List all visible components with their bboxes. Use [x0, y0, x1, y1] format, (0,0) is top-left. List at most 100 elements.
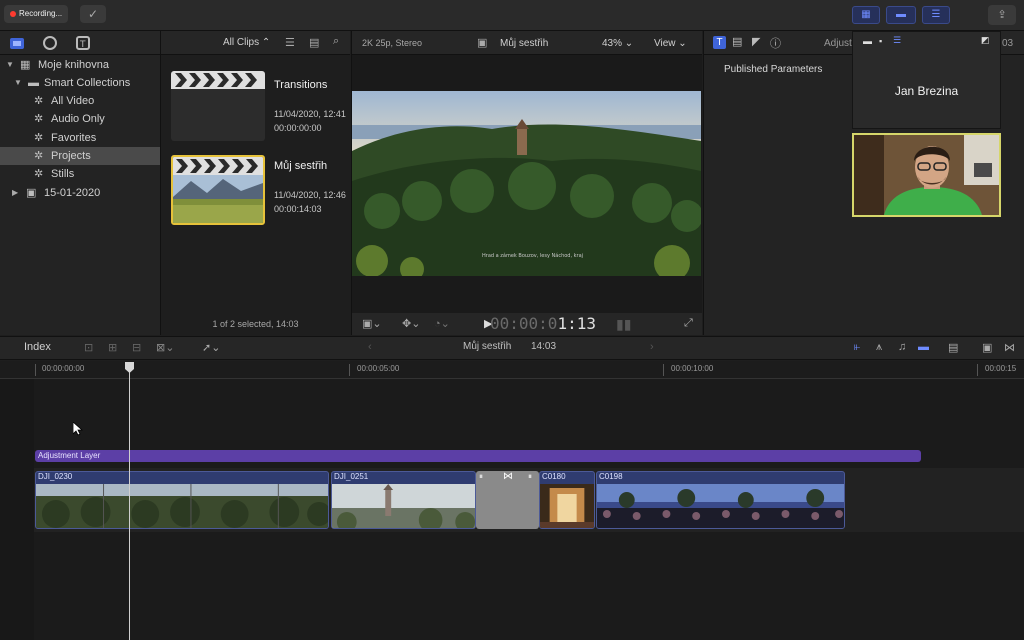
zoom-menu[interactable]: 43% ⌄ — [602, 38, 633, 49]
clip-name: Můj sestřih — [274, 160, 328, 172]
overwrite-clip-icon[interactable]: ⊠⌄ — [156, 341, 174, 354]
transform-icon[interactable]: ✥⌄ — [402, 317, 420, 330]
view-menu[interactable]: View ⌄ — [654, 38, 687, 49]
color-inspector-icon[interactable]: ◤ — [752, 35, 760, 48]
forward-icon[interactable]: › — [650, 341, 654, 353]
ruler-label: 00:00:10:00 — [671, 364, 714, 373]
info-icon[interactable]: ⓘ — [770, 35, 781, 51]
recording-label: Recording... — [19, 9, 63, 18]
viewer-options-icon[interactable]: ▣⌄ — [362, 317, 382, 330]
adjustment-layer-clip[interactable]: Adjustment Layer — [35, 450, 921, 462]
video-subtitle: Hrad a zámek Bouzov, lesy Náchod, kraj — [482, 252, 583, 259]
clapper-icon — [171, 71, 265, 89]
video-frame[interactable]: Hrad a zámek Bouzov, lesy Náchod, kraj — [352, 91, 701, 276]
smart-collection-icon: ✲ — [34, 95, 44, 107]
snapping-icon[interactable]: ▬ — [918, 341, 929, 353]
browser-toggle-icon[interactable]: ▦ — [852, 6, 880, 24]
smart-collection-icon: ✲ — [34, 132, 44, 144]
library-item-smart-collections[interactable]: ▼ ▬ Smart Collections — [0, 74, 160, 92]
transitions-browser-icon[interactable]: ⋈ — [1004, 341, 1015, 354]
clip-filmstrip — [332, 484, 475, 528]
inspector-title: Adjust — [824, 38, 852, 49]
timeline-clip-c0198[interactable]: C0198 — [596, 471, 845, 529]
inspector-toggle-icon[interactable]: ☰ — [922, 6, 950, 24]
recording-button[interactable]: Recording... — [4, 5, 68, 23]
clip-appearance-icon[interactable]: ▤ — [948, 341, 958, 354]
transition-cross-dissolve[interactable]: ⏸ ⋈ ⏸ — [476, 471, 539, 529]
library-item-all-video[interactable]: ✲ All Video — [0, 92, 160, 110]
disclosure-triangle-icon[interactable]: ▶ — [12, 184, 18, 202]
audio-skimming-icon[interactable]: ⩚ — [876, 341, 882, 354]
timeline-toggle-icon[interactable]: ▬ — [886, 6, 916, 24]
disclosure-triangle-icon[interactable]: ▼ — [6, 56, 14, 74]
ruler-tick — [35, 364, 36, 376]
webcam-video[interactable] — [852, 133, 1001, 217]
clip-thumbnail-transitions[interactable] — [171, 71, 265, 141]
library-item-stills[interactable]: ✲ Stills — [0, 165, 160, 183]
filmstrip-icon[interactable]: ▤ — [309, 36, 319, 49]
clip-duration: 00:00:14:03 — [274, 204, 322, 214]
append-clip-icon[interactable]: ⊟ — [132, 341, 141, 354]
libraries-icon[interactable] — [10, 36, 24, 50]
text-inspector-icon[interactable]: T — [713, 36, 726, 49]
titles-generators-icon[interactable]: T — [76, 36, 90, 50]
ruler-label: 00:00:00:00 — [42, 364, 85, 373]
share-icon[interactable]: ⇪ — [988, 5, 1016, 25]
timeline-clip-dji-0251[interactable]: DJI_0251 — [331, 471, 476, 529]
timeline-ruler[interactable] — [0, 361, 1024, 379]
timeline-gutter — [0, 379, 34, 640]
timeline-project-name: Můj sestřih — [463, 341, 512, 352]
svg-text:T: T — [79, 40, 86, 50]
library-item-event[interactable]: ▶ ▣ 15-01-2020 — [0, 184, 160, 202]
clip-appearance-icon[interactable]: ☰ — [285, 36, 295, 49]
corner-icon[interactable]: ◩ — [981, 35, 990, 46]
playhead[interactable] — [129, 362, 130, 640]
library-item-favorites[interactable]: ✲ Favorites — [0, 129, 160, 147]
insert-clip-icon[interactable]: ⊞ — [108, 341, 117, 354]
clip-filmstrip — [540, 484, 594, 528]
clip-name: Transitions — [274, 79, 328, 91]
timeline-clip-dji-0230[interactable]: DJI_0230 — [35, 471, 329, 529]
clip-date: 11/04/2020, 12:41 — [274, 109, 346, 119]
retime-icon[interactable]: ◔⌄ — [434, 317, 450, 330]
library-header: T — [0, 31, 160, 55]
layout-icon[interactable]: ☰ — [893, 35, 901, 46]
browser-header: All Clips ⌃ ☰ ▤ ⌕ — [160, 31, 350, 55]
disclosure-triangle-icon[interactable]: ▼ — [14, 74, 22, 92]
solo-icon[interactable]: ♫ — [898, 341, 906, 353]
library-icon: ▦ — [20, 59, 31, 71]
clip-filmstrip — [597, 484, 844, 528]
clip-filter-menu[interactable]: All Clips ⌃ — [223, 37, 270, 48]
transition-icon: ⋈ — [503, 471, 513, 482]
ruler-tick — [663, 364, 664, 376]
published-parameters-label: Published Parameters — [724, 64, 823, 75]
transition-handle-icon[interactable]: ⏸ — [479, 472, 483, 482]
skimming-icon[interactable]: ⫦ — [854, 341, 860, 354]
inspector-duration: 03 — [1002, 38, 1014, 49]
timeline-clip-c0180[interactable]: C0180 — [539, 471, 595, 529]
library-item-audio-only[interactable]: ✲ Audio Only — [0, 110, 160, 128]
playhead-handle-icon[interactable] — [124, 362, 135, 373]
checkmark-circle-icon[interactable]: ✓ — [80, 5, 106, 23]
browser-selection-status: 1 of 2 selected, 14:03 — [160, 313, 350, 335]
record-dot-icon — [10, 10, 16, 17]
index-button[interactable]: Index — [24, 341, 51, 353]
smart-collection-icon: ✲ — [34, 168, 44, 180]
video-inspector-icon[interactable]: ▤ — [732, 35, 742, 48]
effects-browser-icon[interactable]: ▣ — [982, 341, 992, 354]
transition-handle-icon[interactable]: ⏸ — [528, 472, 532, 482]
video-frame-image: Hrad a zámek Bouzov, lesy Náchod, kraj — [352, 91, 701, 276]
fullscreen-icon[interactable]: ⤢ — [684, 317, 693, 330]
search-icon[interactable]: ⌕ — [333, 35, 339, 48]
project-thumbnail-image — [173, 157, 263, 223]
library-item-projects[interactable]: ✲ Projects — [0, 147, 160, 165]
minimize-icon[interactable]: ▬ — [863, 36, 872, 46]
clip-thumbnail-project[interactable] — [171, 155, 265, 225]
connect-clip-icon[interactable]: ⊡ — [84, 341, 93, 354]
photos-audio-icon[interactable] — [43, 36, 57, 50]
back-icon[interactable]: ‹ — [368, 341, 372, 353]
select-tool-icon[interactable]: ➚⌄ — [202, 341, 220, 354]
window-icon[interactable]: ▪ — [879, 36, 882, 46]
library-item-moje-knihovna[interactable]: ▼ ▦ Moje knihovna — [0, 56, 160, 74]
viewer-project-name: Můj sestřih — [500, 38, 549, 49]
